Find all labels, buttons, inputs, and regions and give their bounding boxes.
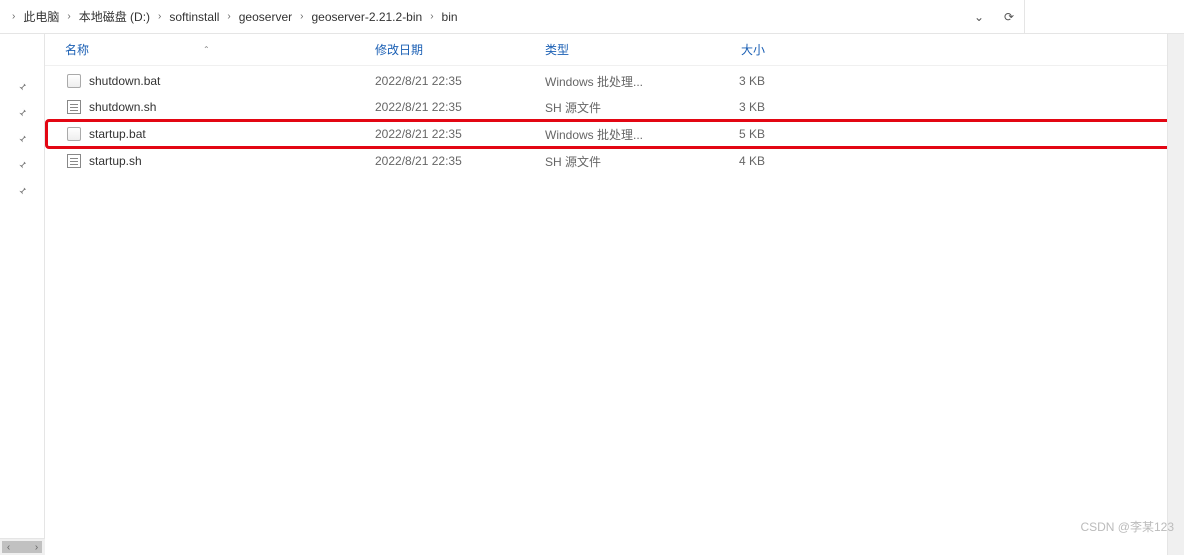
breadcrumb-item[interactable]: softinstall: [165, 0, 223, 33]
refresh-button[interactable]: ⟳: [994, 0, 1024, 33]
file-type: SH 源文件: [545, 99, 685, 116]
chevron-right-icon[interactable]: ›: [8, 11, 19, 22]
watermark-text: CSDN @李某123: [1080, 518, 1174, 535]
chevron-right-icon[interactable]: ›: [426, 11, 437, 22]
column-header-size[interactable]: 大小: [685, 41, 765, 58]
file-row[interactable]: shutdown.sh2022/8/21 22:35SH 源文件3 KB: [45, 94, 1184, 120]
file-type: Windows 批处理...: [545, 126, 685, 143]
breadcrumb-item[interactable]: geoserver: [235, 0, 296, 33]
scroll-left-icon[interactable]: ‹: [0, 539, 17, 556]
file-type-icon: [65, 152, 83, 170]
vertical-scrollbar[interactable]: [1167, 34, 1184, 555]
column-header-date[interactable]: 修改日期: [375, 41, 545, 58]
chevron-right-icon[interactable]: ›: [223, 11, 234, 22]
file-list: shutdown.bat2022/8/21 22:35Windows 批处理..…: [45, 66, 1184, 174]
file-list-area: 名称 ⌃ 修改日期 类型 大小 shutdown.bat2022/8/21 22…: [45, 34, 1184, 555]
file-size: 3 KB: [685, 100, 765, 114]
column-label: 大小: [741, 41, 765, 58]
address-bar: › 此电脑 › 本地磁盘 (D:) › softinstall › geoser…: [0, 0, 1184, 34]
file-name: shutdown.sh: [89, 100, 375, 114]
history-dropdown-button[interactable]: ⌄: [964, 0, 994, 33]
file-date: 2022/8/21 22:35: [375, 127, 545, 141]
file-size: 4 KB: [685, 154, 765, 168]
breadcrumb[interactable]: › 此电脑 › 本地磁盘 (D:) › softinstall › geoser…: [0, 0, 964, 33]
breadcrumb-item[interactable]: 本地磁盘 (D:): [75, 0, 154, 33]
pin-icon[interactable]: [0, 178, 44, 204]
file-date: 2022/8/21 22:35: [375, 100, 545, 114]
chevron-right-icon[interactable]: ›: [154, 11, 165, 22]
file-name: startup.bat: [89, 127, 375, 141]
file-date: 2022/8/21 22:35: [375, 74, 545, 88]
column-headers: 名称 ⌃ 修改日期 类型 大小: [45, 34, 1184, 66]
column-header-type[interactable]: 类型: [545, 41, 685, 58]
column-header-name[interactable]: 名称 ⌃: [65, 41, 375, 58]
breadcrumb-item[interactable]: 此电脑: [19, 0, 63, 33]
file-name: startup.sh: [89, 154, 375, 168]
file-row[interactable]: startup.bat2022/8/21 22:35Windows 批处理...…: [45, 119, 1184, 149]
chevron-right-icon[interactable]: ›: [296, 11, 307, 22]
file-size: 3 KB: [685, 74, 765, 88]
sort-indicator-icon: ⌃: [203, 45, 210, 54]
chevron-right-icon[interactable]: ›: [63, 11, 74, 22]
address-controls: ⌄ ⟳: [964, 0, 1024, 33]
pin-icon[interactable]: [0, 100, 44, 126]
file-type-icon: [65, 72, 83, 90]
file-type-icon: [65, 98, 83, 116]
column-label: 类型: [545, 41, 569, 58]
search-input[interactable]: [1024, 0, 1184, 34]
file-name: shutdown.bat: [89, 74, 375, 88]
pin-icon[interactable]: [0, 74, 44, 100]
file-row[interactable]: shutdown.bat2022/8/21 22:35Windows 批处理..…: [45, 68, 1184, 94]
horizontal-scrollbar[interactable]: ‹ ›: [0, 538, 45, 555]
file-size: 5 KB: [685, 127, 765, 141]
content-area: 名称 ⌃ 修改日期 类型 大小 shutdown.bat2022/8/21 22…: [0, 34, 1184, 555]
column-label: 修改日期: [375, 41, 423, 58]
quick-access-sidebar: [0, 34, 45, 555]
scroll-right-icon[interactable]: ›: [28, 539, 45, 556]
file-type-icon: [65, 125, 83, 143]
pin-icon[interactable]: [0, 152, 44, 178]
file-type: SH 源文件: [545, 153, 685, 170]
file-type: Windows 批处理...: [545, 73, 685, 90]
breadcrumb-item[interactable]: geoserver-2.21.2-bin: [307, 0, 426, 33]
column-label: 名称: [65, 41, 89, 58]
file-row[interactable]: startup.sh2022/8/21 22:35SH 源文件4 KB: [45, 148, 1184, 174]
file-date: 2022/8/21 22:35: [375, 154, 545, 168]
breadcrumb-item[interactable]: bin: [438, 0, 462, 33]
pin-icon[interactable]: [0, 126, 44, 152]
